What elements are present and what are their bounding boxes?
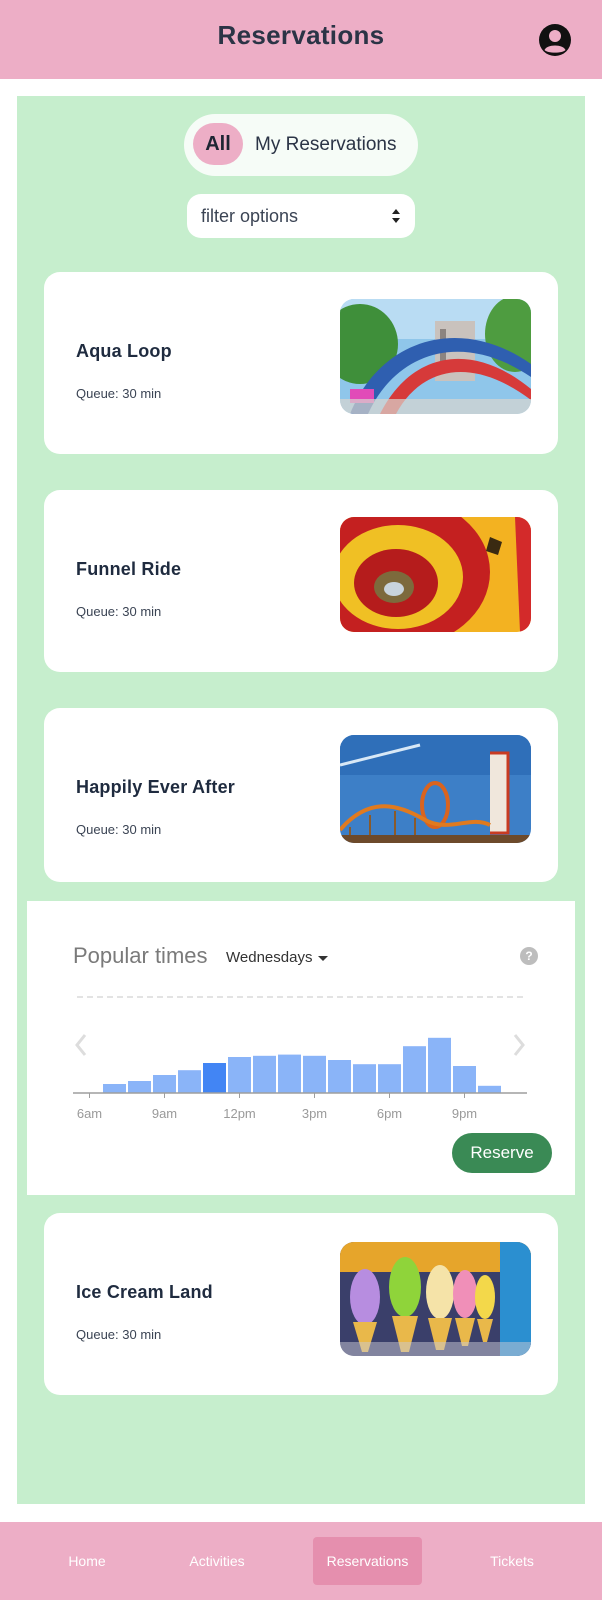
ice-cream-cones-photo — [340, 1242, 531, 1356]
chart-tick-label: 9pm — [452, 1106, 477, 1121]
attraction-card[interactable]: Ice Cream Land Queue: 30 min — [44, 1213, 558, 1395]
queue-time: Queue: 30 min — [76, 1327, 162, 1342]
filter-options-select[interactable]: filter options — [187, 194, 415, 238]
help-icon[interactable]: ? — [520, 947, 538, 965]
chart-bar[interactable] — [403, 1046, 426, 1093]
chart-bar[interactable] — [378, 1064, 401, 1093]
app-header: Reservations — [0, 0, 602, 79]
nav-reservations[interactable]: Reservations — [313, 1537, 422, 1585]
chart-bar[interactable] — [128, 1081, 151, 1093]
sort-arrows-icon — [392, 209, 400, 223]
chart-tick-label: 3pm — [302, 1106, 327, 1121]
bottom-nav: Home Activities Reservations Tickets — [0, 1522, 602, 1600]
attraction-card[interactable]: Aqua Loop Queue: 30 min — [44, 272, 558, 454]
nav-activities[interactable]: Activities — [176, 1522, 258, 1600]
attraction-card[interactable]: Funnel Ride Queue: 30 min — [44, 490, 558, 672]
reservation-scope-toggle: All My Reservations — [184, 114, 418, 176]
chart-bar[interactable] — [253, 1055, 276, 1093]
queue-time: Queue: 30 min — [76, 822, 162, 837]
water-slide-photo — [340, 299, 531, 414]
roller-coaster-photo — [340, 735, 531, 843]
nav-tickets[interactable]: Tickets — [480, 1522, 544, 1600]
attraction-card[interactable]: Happily Ever After Queue: 30 min — [44, 708, 558, 882]
chart-bar[interactable] — [153, 1075, 176, 1093]
funnel-slide-photo — [340, 517, 531, 632]
attraction-name: Ice Cream Land — [76, 1282, 213, 1302]
chevron-left-icon[interactable] — [75, 1034, 87, 1056]
chart-bar[interactable] — [203, 1063, 226, 1093]
chart-bar[interactable] — [278, 1054, 301, 1093]
account-circle-icon[interactable] — [538, 23, 572, 57]
reserve-button[interactable]: Reserve — [452, 1133, 552, 1173]
popular-times-chart: 6am 9am 12pm 3pm 6pm 9pm — [73, 996, 527, 1121]
day-selector[interactable]: Wednesdays — [226, 949, 329, 966]
attraction-name: Funnel Ride — [76, 559, 182, 579]
chart-tick-label: 6pm — [377, 1106, 402, 1121]
chart-bar[interactable] — [103, 1084, 126, 1093]
popular-times-title: Popular times — [73, 943, 208, 968]
queue-time: Queue: 30 min — [76, 386, 162, 401]
chart-bar[interactable] — [453, 1066, 476, 1093]
filter-options-label: filter options — [201, 206, 299, 226]
chevron-down-icon — [318, 955, 329, 961]
nav-home[interactable]: Home — [52, 1522, 122, 1600]
chart-bar[interactable] — [303, 1055, 326, 1093]
chart-bar[interactable] — [328, 1060, 351, 1093]
chart-bar[interactable] — [353, 1064, 376, 1093]
toggle-my-reservations-option[interactable]: My Reservations — [255, 114, 397, 176]
queue-time: Queue: 30 min — [76, 604, 162, 619]
chart-bar[interactable] — [478, 1085, 501, 1093]
toggle-all-option[interactable]: All — [193, 123, 243, 165]
chart-bar[interactable] — [428, 1037, 451, 1093]
chart-bar[interactable] — [178, 1070, 201, 1093]
page-title: Reservations — [217, 20, 385, 50]
day-selector-label: Wednesdays — [226, 949, 313, 966]
attraction-name: Aqua Loop — [76, 341, 172, 361]
chevron-right-icon[interactable] — [513, 1034, 525, 1056]
chart-tick-label: 9am — [152, 1106, 177, 1121]
attraction-name: Happily Ever After — [76, 777, 235, 797]
chart-tick-label: 12pm — [223, 1106, 256, 1121]
chart-tick-label: 6am — [77, 1106, 102, 1121]
chart-bar[interactable] — [228, 1057, 251, 1093]
